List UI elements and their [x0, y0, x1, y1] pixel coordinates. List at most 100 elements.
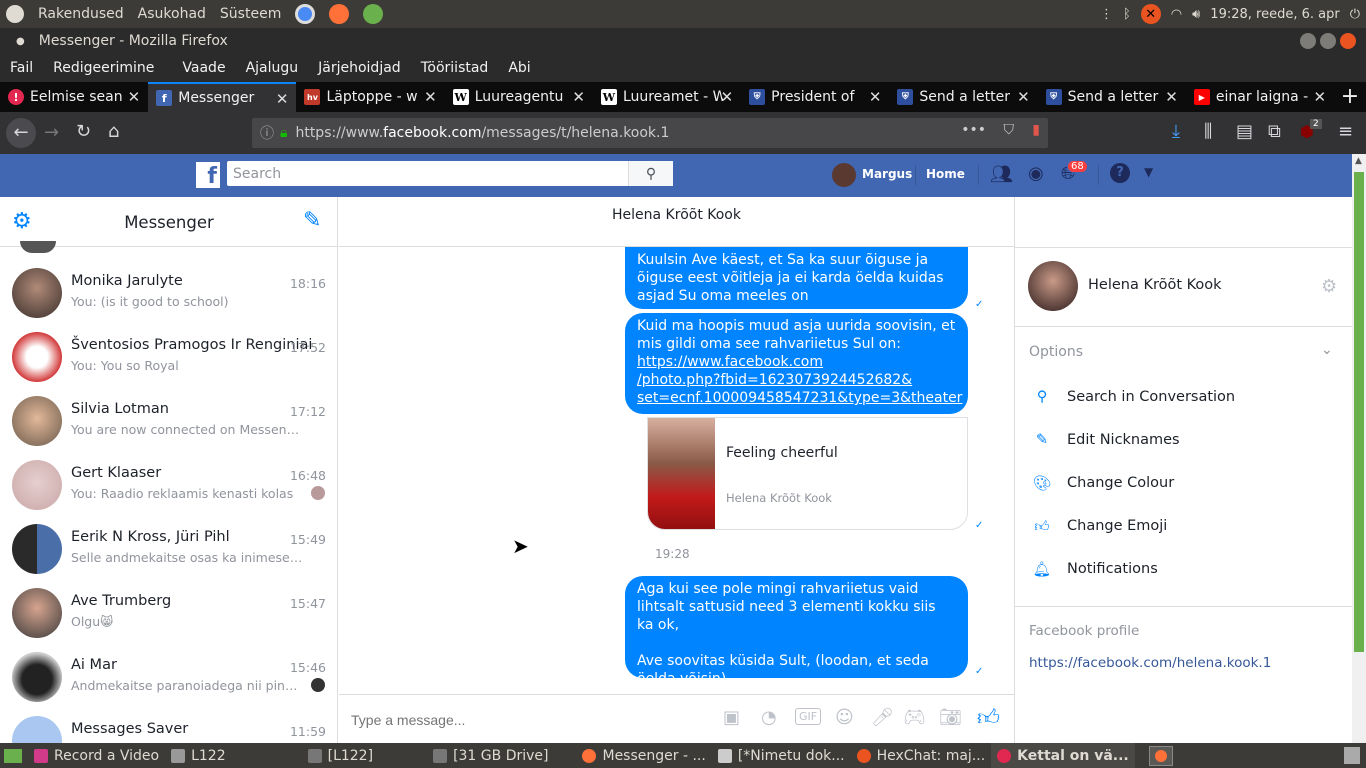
compose-icon[interactable]: ✎	[303, 208, 321, 233]
os-menu-applications[interactable]: Rakendused	[38, 6, 124, 22]
tab-wiki-2[interactable]: W Luureamet - W ✕	[593, 82, 741, 112]
avatar[interactable]	[1028, 261, 1078, 311]
tab-close-icon[interactable]: ✕	[572, 88, 585, 106]
url-text[interactable]: https://www.facebook.com/messages/t/hele…	[295, 125, 669, 141]
tab-close-icon[interactable]: ✕	[276, 90, 289, 108]
tab-close-icon[interactable]: ✕	[1314, 88, 1327, 106]
notifications-option[interactable]: 🔔︎ Notifications	[1029, 549, 1158, 589]
tab-close-icon[interactable]: ✕	[1165, 88, 1178, 106]
thumbs-up-icon[interactable]: 👍︎	[977, 704, 1000, 731]
profile-link[interactable]: Margus	[862, 167, 912, 181]
firefox-launcher-icon[interactable]	[329, 4, 350, 24]
error-icon[interactable]: ✕	[1140, 4, 1161, 24]
tab-letter-2[interactable]: ⛨ Send a letter ✕	[1038, 82, 1186, 112]
chevron-down-icon[interactable]: ⌄	[1321, 342, 1333, 358]
message-link[interactable]: https://www.facebook.com/photo.php?fbid=…	[637, 354, 962, 406]
taskbar-item[interactable]: [31 GB Drive]	[427, 743, 554, 768]
friend-requests-icon[interactable]: 👥︎	[990, 164, 1013, 185]
microphone-icon[interactable]: 🎤︎	[871, 707, 894, 728]
taskbar-item[interactable]: Kettal on vä...	[991, 743, 1135, 768]
show-desktop-icon[interactable]	[4, 748, 22, 763]
sticker-icon[interactable]: ◔	[761, 707, 777, 728]
facebook-logo-icon[interactable]: f	[196, 162, 220, 189]
tab-wiki-1[interactable]: W Luureagentu ✕	[445, 82, 593, 112]
ubuntu-logo-icon[interactable]	[6, 5, 24, 23]
taskbar-item[interactable]: Record a Video	[28, 743, 165, 768]
home-link[interactable]: Home	[926, 167, 965, 181]
menu-history[interactable]: Ajalugu	[236, 60, 309, 76]
library-icon[interactable]: ⫼	[1204, 121, 1212, 142]
options-label[interactable]: Options	[1029, 344, 1083, 360]
conversation-item[interactable]: Šventosios Pramogos Ir Renginiai 17:52 Y…	[0, 324, 337, 388]
hamburger-menu-icon[interactable]: ≡	[1338, 121, 1353, 142]
home-icon[interactable]: ⌂	[108, 121, 119, 142]
firefox-tray-icon[interactable]	[1148, 745, 1173, 766]
menu-edit[interactable]: Redigeerimine	[43, 60, 164, 76]
image-icon[interactable]: ▣	[723, 707, 740, 728]
close-window-button[interactable]	[1340, 33, 1356, 49]
account-menu-icon[interactable]: ▼	[1144, 165, 1153, 179]
tab-letter-1[interactable]: ⛨ Send a letter ✕	[889, 82, 1037, 112]
maximize-button[interactable]	[1320, 33, 1336, 49]
url-bar[interactable]: ⓘ 🔒︎ https://www.facebook.com/messages/t…	[252, 118, 1048, 148]
menu-bookmarks[interactable]: Järjehoidjad	[308, 60, 411, 76]
tab-close-icon[interactable]: ✕	[721, 88, 734, 106]
bluetooth-icon[interactable]: ᛒ	[1123, 7, 1131, 22]
page-actions-icon[interactable]: •••	[961, 122, 986, 138]
conversation-item[interactable]: Monika Jarulyte 18:16 You: (is it good t…	[0, 260, 337, 324]
link-preview-card[interactable]: Feeling cheerful Helena Krõõt Kook	[647, 417, 968, 530]
search-in-conversation-option[interactable]: ⚲ Search in Conversation	[1029, 377, 1235, 417]
facebook-search-input[interactable]: Search ⚲	[227, 161, 673, 186]
app-launcher-icon[interactable]	[363, 4, 384, 24]
minimize-button[interactable]	[1300, 33, 1316, 49]
message-bubble[interactable]: Kuulsin Ave käest, et Sa ka suur õiguse …	[625, 247, 968, 309]
tab-messenger[interactable]: f Messenger ✕	[148, 82, 297, 112]
tab-close-icon[interactable]: ✕	[424, 88, 437, 106]
edit-nicknames-option[interactable]: ✎ Edit Nicknames	[1029, 420, 1180, 460]
menu-file[interactable]: Fail	[0, 60, 43, 76]
scroll-up-icon[interactable]: ▲	[1355, 156, 1362, 166]
download-icon[interactable]: ⤓	[1172, 121, 1180, 142]
message-bubble[interactable]: Kuid ma hoopis muud asja uurida soovisin…	[625, 313, 968, 414]
screenshot-icon[interactable]: ⧉	[1268, 121, 1281, 142]
chromium-launcher-icon[interactable]	[295, 4, 316, 24]
power-icon[interactable]: ⏻	[1350, 7, 1360, 22]
conversation-item[interactable]: Gert Klaaser 16:48 You: Raadio reklaamis…	[0, 452, 337, 516]
messenger-icon[interactable]: ◉	[1028, 163, 1044, 184]
taskbar-item[interactable]: L122	[165, 743, 232, 768]
taskbar-item[interactable]: Messenger - ...	[576, 743, 711, 768]
chat-contact-name[interactable]: Helena Krõõt Kook	[339, 207, 1014, 223]
taskbar-item[interactable]: [L122]	[302, 743, 379, 768]
menu-tools[interactable]: Tööriistad	[411, 60, 499, 76]
back-button[interactable]: ←	[6, 118, 36, 148]
scrollbar-thumb[interactable]	[1354, 172, 1364, 652]
tab-session-restore[interactable]: ! Eelmise sean ✕	[0, 82, 148, 112]
tab-youtube[interactable]: ▶ einar laigna - ✕	[1186, 82, 1334, 112]
forward-button[interactable]: →	[44, 122, 59, 143]
tab-close-icon[interactable]: ✕	[869, 88, 882, 106]
camera-icon[interactable]: 📷︎	[939, 707, 962, 728]
gear-icon[interactable]: ⚙	[1321, 276, 1337, 297]
pocket-icon[interactable]: ⛉	[1004, 122, 1015, 138]
help-icon[interactable]: ?	[1110, 163, 1130, 183]
new-tab-button[interactable]: +	[1334, 82, 1366, 112]
conversation-item[interactable]: Silvia Lotman 17:12 You are now connecte…	[0, 388, 337, 452]
contact-name[interactable]: Helena Krõõt Kook	[1088, 277, 1222, 293]
clock[interactable]: 19:28, reede, 6. apr	[1210, 7, 1339, 22]
facebook-profile-link[interactable]: https://facebook.com/helena.kook.1	[1029, 655, 1271, 671]
emoji-icon[interactable]: ☺	[835, 707, 854, 728]
volume-icon[interactable]: 🔊︎	[1192, 7, 1200, 22]
page-scrollbar[interactable]: ▲	[1352, 154, 1366, 743]
avatar[interactable]	[832, 163, 856, 187]
wifi-icon[interactable]: ◠	[1171, 7, 1182, 22]
change-emoji-option[interactable]: 👍︎ Change Emoji	[1029, 506, 1167, 546]
gif-icon[interactable]: GIF	[795, 708, 822, 725]
conversation-item[interactable]: Ai Mar 15:46 Andmekaitse paranoiadega ni…	[0, 644, 337, 708]
sidebar-icon[interactable]: ▤	[1236, 121, 1253, 142]
conversation-item[interactable]: Ave Trumberg 15:47 Olgu😸	[0, 580, 337, 644]
tab-laptops[interactable]: hv Läptoppe - w ✕	[296, 82, 444, 112]
os-menu-places[interactable]: Asukohad	[138, 6, 206, 22]
message-bubble[interactable]: Aga kui see pole mingi rahvariietus vaid…	[625, 576, 968, 687]
tab-close-icon[interactable]: ✕	[1017, 88, 1030, 106]
change-colour-option[interactable]: 🎨︎ Change Colour	[1029, 463, 1174, 503]
